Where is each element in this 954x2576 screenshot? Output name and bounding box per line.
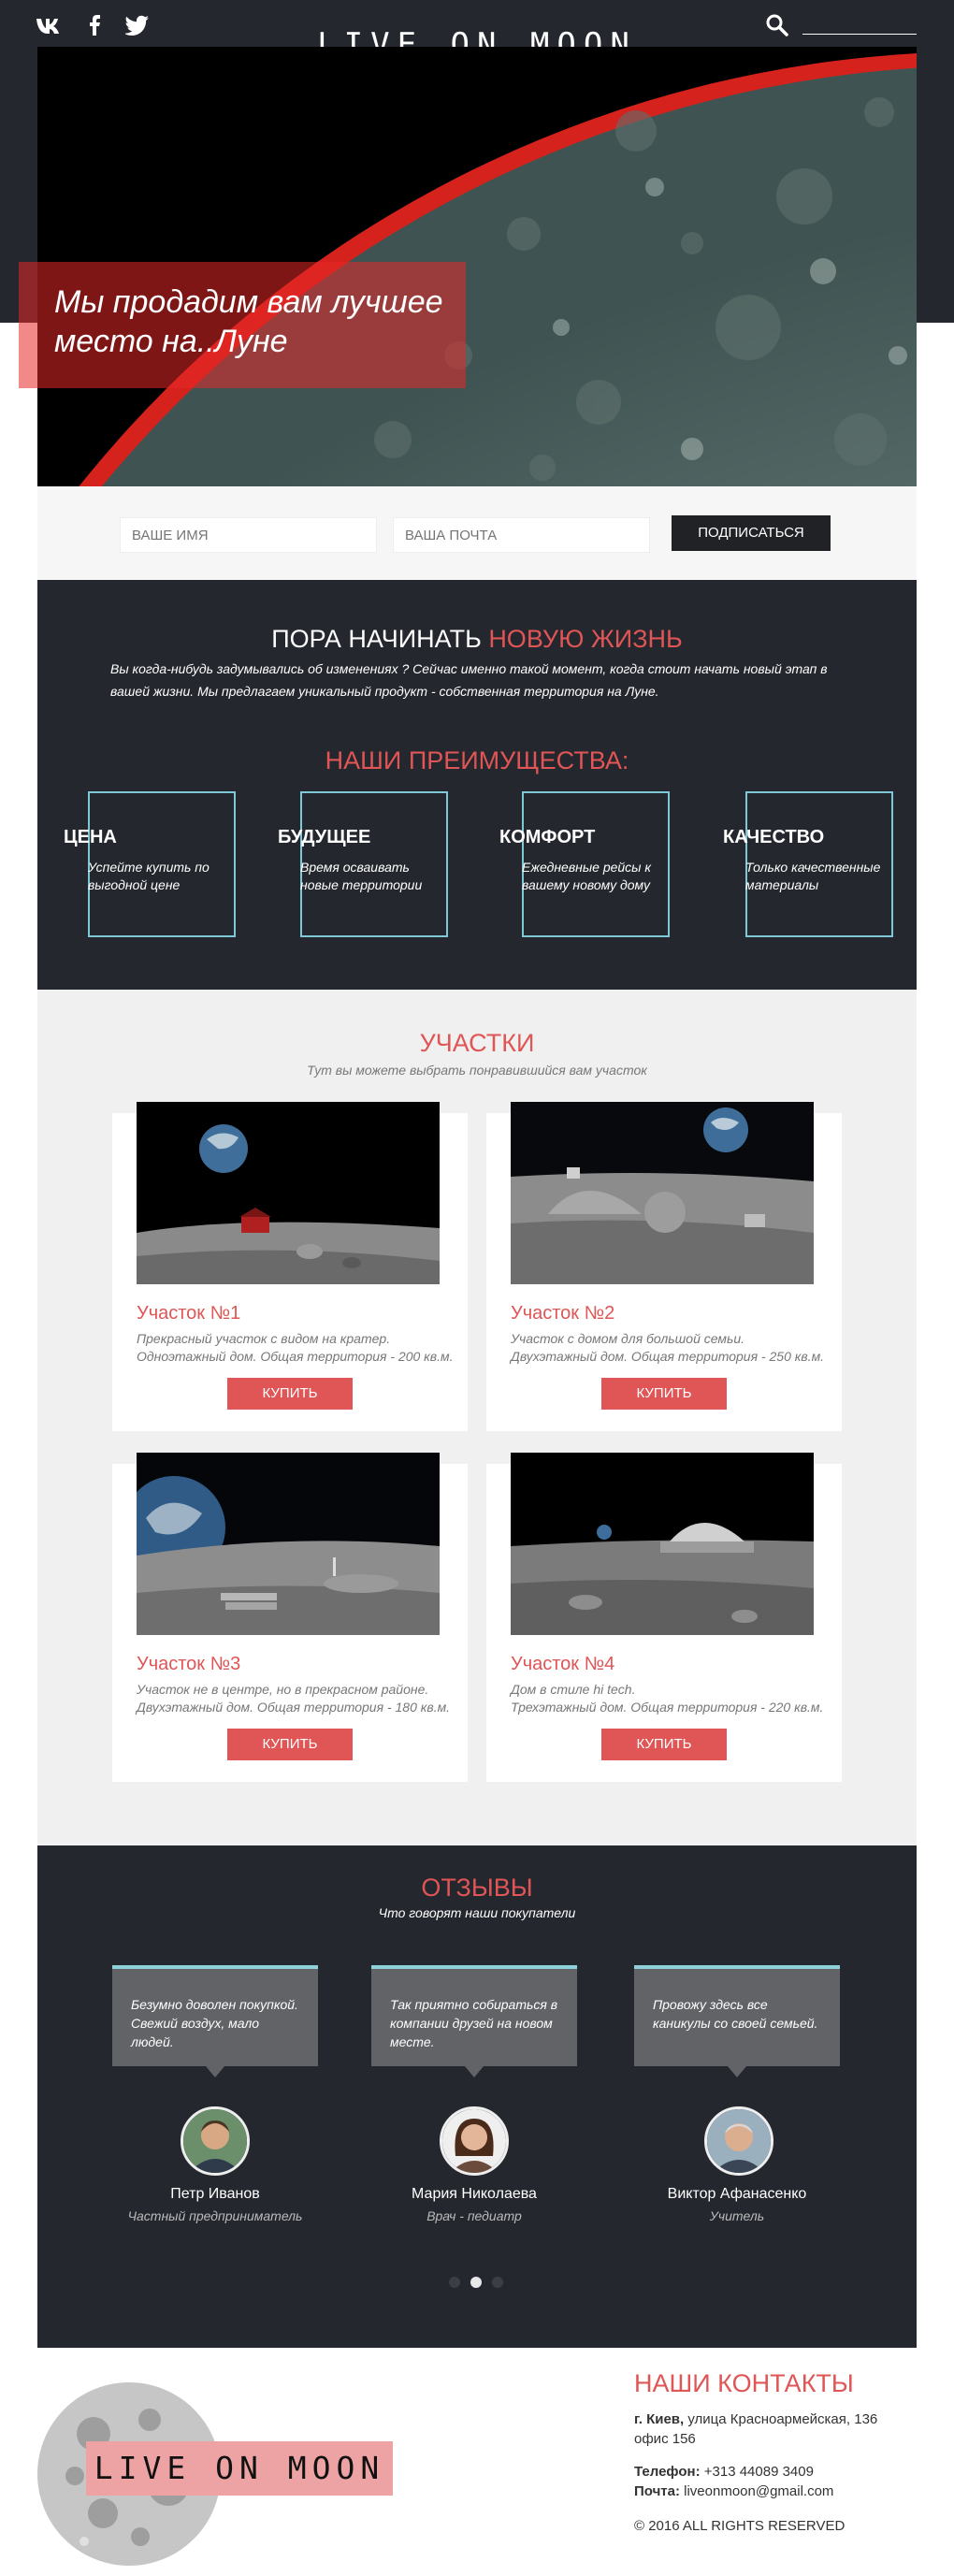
review-quote: Так приятно собираться в компании друзей…: [371, 1965, 577, 2077]
reviewer-role: Учитель: [709, 2208, 765, 2223]
plot-title: Участок №1: [137, 1303, 241, 1324]
about-title: ПОРА НАЧИНАТЬ НОВУЮ ЖИЗНЬ: [37, 625, 917, 654]
avatar: [440, 2106, 509, 2176]
reviews-section: ОТЗЫВЫ Что говорят наши покупатели Безум…: [37, 1845, 917, 2348]
advantage-desc: Ежедневные рейсы к вашему новому дому: [522, 860, 651, 892]
copyright: © 2016 ALL RIGHTS RESERVED: [634, 2518, 846, 2534]
contact-street: улица Красноармейская, 136: [684, 2411, 878, 2427]
name-input[interactable]: [120, 517, 377, 553]
review-quote: Безумно доволен покупкой. Свежий воздух,…: [112, 1965, 318, 2077]
hero-headline: Мы продадим вам лучшее место на..Луне: [54, 284, 443, 359]
plot-image: [137, 1453, 440, 1635]
subscribe-form: ПОДПИСАТЬСЯ: [37, 486, 917, 580]
quote-tail: [728, 2066, 746, 2077]
advantage-desc: Время осваивать новые территории: [300, 860, 423, 892]
reviewer-name: Петр Иванов: [170, 2186, 260, 2202]
reviewer-role: Частный предприниматель: [127, 2208, 303, 2223]
plot-image: [511, 1453, 814, 1635]
review-quote-text: Безумно доволен покупкой. Свежий воздух,…: [131, 1997, 298, 2049]
about-title-part1: ПОРА НАЧИНАТЬ: [271, 625, 482, 653]
plot-title: Участок №2: [511, 1303, 615, 1324]
slider-dot[interactable]: [492, 2277, 503, 2288]
search-icon[interactable]: [765, 13, 789, 37]
buy-button[interactable]: КУПИТЬ: [601, 1729, 727, 1760]
slider-dot[interactable]: [449, 2277, 460, 2288]
advantage-desc: Только качественные материалы: [745, 860, 881, 892]
about-section: ПОРА НАЧИНАТЬ НОВУЮ ЖИЗНЬ Вы когда-нибуд…: [37, 580, 917, 990]
reviewer-role: Врач - педиатр: [426, 2208, 522, 2223]
reviews-subtitle: Что говорят наши покупатели: [378, 1905, 576, 1920]
plots-subtitle: Тут вы можете выбрать понравившийся вам …: [307, 1063, 647, 1078]
email-input[interactable]: [393, 517, 650, 553]
plot-desc-line: Одноэтажный дом. Общая территория - 200 …: [137, 1349, 454, 1364]
plot-desc: Прекрасный участок с видом на кратер. Одн…: [137, 1330, 455, 1366]
advantage-name: БУДУЩЕЕ: [278, 827, 371, 847]
plot-card: Участок №2 Участок с домом для большой с…: [486, 1102, 842, 1431]
buy-button[interactable]: КУПИТЬ: [227, 1729, 353, 1760]
plot-desc-line: Дом в стиле hi tech.: [511, 1682, 636, 1697]
contact-mail: Почта: liveonmoon@gmail.com: [634, 2482, 833, 2501]
plot-desc-line: Участок с домом для большой семьи.: [511, 1331, 745, 1346]
footer-logo: LIVE ON MOON: [94, 2450, 385, 2486]
contact-mail-label: Почта:: [634, 2483, 680, 2499]
plot-image: [137, 1102, 440, 1284]
plot-desc: Дом в стиле hi tech. Трехэтажный дом. Общ…: [511, 1681, 829, 1716]
reviewer-name: Виктор Афанасенко: [667, 2186, 807, 2202]
avatar: [704, 2106, 773, 2176]
plot-desc-line: Двухэтажный дом. Общая территория - 250 …: [511, 1349, 825, 1364]
advantage-desc: Успейте купить по выгодной цене: [88, 860, 210, 892]
buy-button[interactable]: КУПИТЬ: [227, 1378, 353, 1410]
plot-desc-line: Прекрасный участок с видом на кратер.: [137, 1331, 391, 1346]
plot-desc: Участок не в центре, но в прекрасном рай…: [137, 1681, 455, 1716]
slider-dot-active[interactable]: [470, 2277, 482, 2288]
plot-card: Участок №4 Дом в стиле hi tech. Трехэтажн…: [486, 1453, 842, 1782]
about-text: Вы когда-нибудь задумывались об изменени…: [110, 661, 828, 699]
avatar: [181, 2106, 250, 2176]
subscribe-button[interactable]: ПОДПИСАТЬСЯ: [672, 515, 831, 551]
reviews-title: ОТЗЫВЫ: [421, 1874, 533, 1902]
about-title-part2: НОВУЮ ЖИЗНЬ: [488, 625, 683, 653]
plot-card: Участок №3 Участок не в центре, но в пре…: [112, 1453, 468, 1782]
plots-section: УЧАСТКИ Тут вы можете выбрать понравивши…: [37, 990, 917, 1845]
review-quote-text: Так приятно собираться в компании друзей…: [390, 1997, 558, 2049]
contact-mail-value[interactable]: liveonmoon@gmail.com: [680, 2483, 833, 2499]
plot-desc-line: Участок не в центре, но в прекрасном рай…: [137, 1682, 429, 1697]
plots-title: УЧАСТКИ: [419, 1029, 535, 1057]
contact-city: г. Киев,: [634, 2411, 685, 2427]
plot-desc: Участок с домом для большой семьи. Двухэт…: [511, 1330, 829, 1366]
contact-address: г. Киев, улица Красноармейская, 136: [634, 2410, 877, 2429]
buy-button[interactable]: КУПИТЬ: [601, 1378, 727, 1410]
contact-phone-value[interactable]: +313 44089 3409: [701, 2464, 814, 2480]
review-quote-text: Провожу здесь все каникулы со своей семь…: [653, 1997, 818, 2031]
contact-office: офис 156: [634, 2431, 696, 2447]
plot-card: Участок №1 Прекрасный участок с видом на…: [112, 1102, 468, 1431]
reviewer-name: Мария Николаева: [412, 2186, 537, 2202]
quote-tail: [465, 2066, 484, 2077]
plot-title: Участок №3: [137, 1654, 241, 1674]
advantage-name: ЦЕНА: [64, 827, 117, 847]
plot-desc-line: Двухэтажный дом. Общая территория - 180 …: [137, 1700, 451, 1715]
review-quote: Провожу здесь все каникулы со своей семь…: [634, 1965, 840, 2077]
plot-image: [511, 1102, 814, 1284]
advantage-name: КОМФОРТ: [499, 827, 596, 847]
search-input[interactable]: [802, 34, 917, 35]
plot-title: Участок №4: [511, 1654, 615, 1674]
advantages-title: НАШИ ПРЕИМУЩЕСТВА:: [325, 746, 629, 774]
contact-phone: Телефон: +313 44089 3409: [634, 2462, 814, 2482]
advantage-name: КАЧЕСТВО: [723, 827, 825, 847]
contacts-title: НАШИ КОНТАКТЫ: [634, 2369, 854, 2397]
contact-phone-label: Телефон:: [634, 2464, 701, 2480]
quote-tail: [206, 2066, 224, 2077]
plot-desc-line: Трехэтажный дом. Общая территория - 220 …: [511, 1700, 824, 1715]
